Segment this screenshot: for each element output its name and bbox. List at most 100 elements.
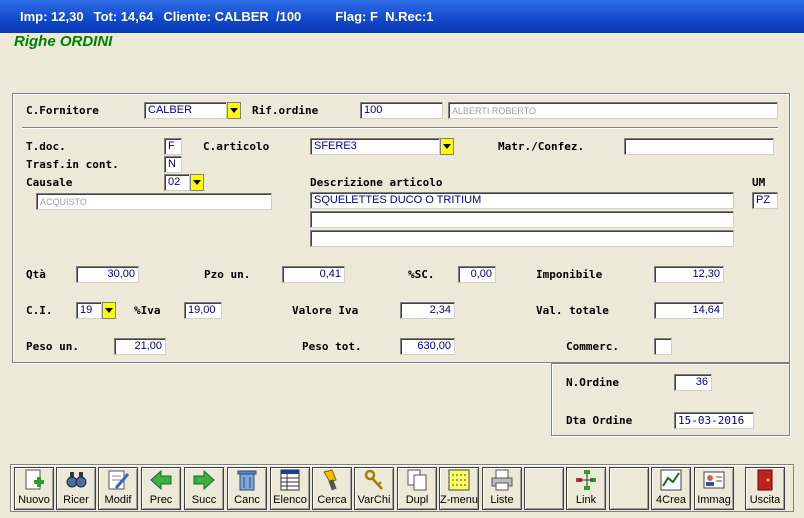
link-label: Link: [575, 494, 597, 506]
varchi-label: VarChi: [357, 494, 391, 506]
flag-value: Flag: F N.Rec:1: [335, 9, 434, 24]
ricer-label: Ricer: [63, 494, 89, 506]
printer-icon: [490, 468, 514, 492]
main-panel: [12, 93, 790, 363]
liste-button[interactable]: Liste: [482, 467, 522, 510]
causale-field[interactable]: 02: [164, 174, 190, 191]
commerc-label: Commerc.: [566, 340, 619, 353]
fornitore-dropdown[interactable]: [227, 102, 241, 119]
imponibile-label: Imponibile: [536, 268, 603, 281]
rif-ordine-field[interactable]: 100: [360, 102, 443, 119]
rif-nome-field: ALBERTI ROBERTO: [448, 102, 778, 119]
prec-button[interactable]: Prec: [141, 467, 181, 510]
fornitore-label: C.Fornitore: [26, 104, 99, 117]
liste-label: Liste: [490, 494, 514, 506]
causale-descr-field: ACQUISTO: [36, 193, 272, 210]
binoculars-icon: [64, 468, 88, 492]
qta-field[interactable]: 30,00: [76, 266, 139, 283]
keys-icon: [362, 468, 386, 492]
arrow-right-icon: [192, 468, 216, 492]
commerc-field[interactable]: [654, 338, 672, 355]
elenco-label: Elenco: [273, 494, 307, 506]
val-totale-label: Val. totale: [536, 304, 609, 317]
modif-button[interactable]: Modif: [98, 467, 138, 510]
dta-ordine-field: 15-03-2016: [674, 412, 754, 429]
tdoc-label: T.doc.: [26, 140, 66, 153]
carticolo-field[interactable]: SFERE3: [310, 138, 440, 155]
peso-un-label: Peso un.: [26, 340, 79, 353]
carticolo-dropdown[interactable]: [440, 138, 454, 155]
um-field[interactable]: PZ: [752, 192, 778, 209]
imp-value: Imp: 12,30: [20, 9, 84, 24]
ci-dropdown[interactable]: [102, 302, 116, 319]
pzo-field[interactable]: 0,41: [282, 266, 345, 283]
trasf-field[interactable]: N: [164, 156, 182, 173]
cerca-button[interactable]: Cerca: [312, 467, 352, 510]
carticolo-label: C.articolo: [203, 140, 270, 153]
uscita-button[interactable]: Uscita: [745, 467, 785, 510]
peso-tot-label: Peso tot.: [302, 340, 362, 353]
peso-tot-field: 630,00: [400, 338, 455, 355]
qta-label: Qtà: [26, 268, 46, 281]
sc-field[interactable]: 0,00: [458, 266, 496, 283]
varchi-button[interactable]: VarChi: [354, 467, 394, 510]
new-document-icon: [22, 468, 46, 492]
matr-label: Matr./Confez.: [498, 140, 585, 153]
zmenu-label: Z-menu: [440, 494, 478, 506]
peso-un-field[interactable]: 21,00: [114, 338, 166, 355]
immag-button[interactable]: Immag: [694, 467, 734, 510]
menu-icon: [447, 468, 471, 492]
dta-ordine-label: Dta Ordine: [566, 414, 633, 427]
descr3-field[interactable]: [310, 230, 734, 247]
ricer-button[interactable]: Ricer: [56, 467, 96, 510]
cerca-label: Cerca: [317, 494, 347, 506]
chart-icon: [659, 468, 683, 492]
causale-label: Causale: [26, 176, 73, 189]
descr-label: Descrizione articolo: [310, 176, 443, 189]
prec-label: Prec: [149, 494, 173, 506]
iva-field: 19,00: [184, 302, 222, 319]
ci-label: C.I.: [26, 304, 53, 317]
tree-link-icon: [574, 468, 598, 492]
succ-button[interactable]: Succ: [184, 467, 224, 510]
descr1-field[interactable]: SQUELETTES DUCO O TRITIUM: [310, 192, 734, 209]
arrow-left-icon: [149, 468, 173, 492]
dupl-button[interactable]: Dupl: [397, 467, 437, 510]
nuovo-label: Nuovo: [18, 494, 50, 506]
n-ordine-field: 36: [674, 374, 712, 391]
form-title: Righe ORDINI: [14, 33, 113, 50]
matr-field[interactable]: [624, 138, 774, 155]
canc-button[interactable]: Canc: [227, 467, 267, 510]
causale-dropdown[interactable]: [190, 174, 204, 191]
valore-iva-label: Valore Iva: [292, 304, 359, 317]
status-bar: Imp: 12,30 Tot: 14,64 Cliente: CALBER /100…: [0, 0, 804, 33]
elenco-button[interactable]: Elenco: [270, 467, 310, 510]
trash-icon: [235, 468, 259, 492]
separator: [22, 127, 778, 129]
list-table-icon: [278, 468, 302, 492]
um-label: UM: [752, 176, 766, 189]
n-ordine-label: N.Ordine: [566, 376, 619, 389]
cliente-value: Cliente: CALBER /100: [163, 9, 302, 24]
rif-ordine-label: Rif.ordine: [252, 104, 319, 117]
fornitore-field[interactable]: CALBER: [144, 102, 227, 119]
zmenu-button[interactable]: Z-menu: [439, 467, 479, 510]
modif-label: Modif: [104, 494, 132, 506]
crea-label: 4Crea: [656, 494, 686, 506]
edit-document-icon: [106, 468, 130, 492]
descr2-field[interactable]: [310, 211, 734, 228]
blank-button-2[interactable]: [609, 467, 649, 510]
duplicate-icon: [405, 468, 429, 492]
crea-button[interactable]: 4Crea: [651, 467, 691, 510]
tdoc-field[interactable]: F: [164, 138, 182, 155]
ci-field[interactable]: 19: [76, 302, 102, 319]
flashlight-icon: [320, 468, 344, 492]
tot-value: Tot: 14,64: [93, 9, 154, 24]
pzo-label: Pzo un.: [204, 268, 251, 281]
uscita-label: Uscita: [749, 494, 781, 506]
nuovo-button[interactable]: Nuovo: [14, 467, 54, 510]
succ-label: Succ: [191, 494, 217, 506]
immag-label: Immag: [697, 494, 731, 506]
blank-button-1[interactable]: [524, 467, 564, 510]
link-button[interactable]: Link: [566, 467, 606, 510]
